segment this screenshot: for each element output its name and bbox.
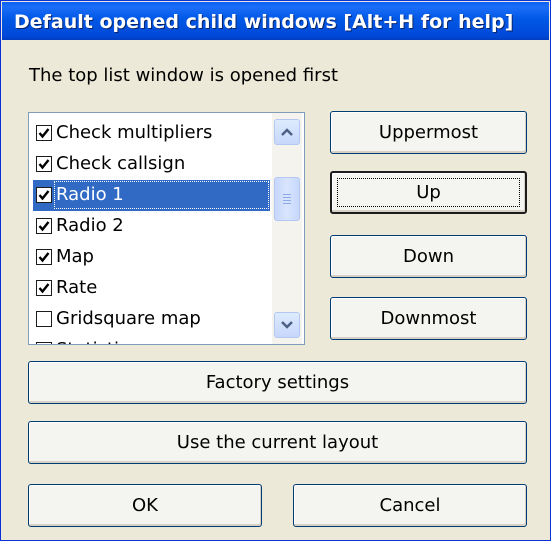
child-windows-list[interactable]: Check multipliers Check callsign Radio 1 Ra… bbox=[28, 112, 305, 345]
thumb-grip bbox=[283, 194, 291, 195]
downmost-button[interactable]: Downmost bbox=[330, 297, 527, 340]
item-label: Statistics bbox=[56, 339, 138, 344]
scroll-up-button[interactable] bbox=[274, 119, 300, 145]
list-item[interactable]: Radio 1 bbox=[33, 180, 298, 211]
item-checkbox[interactable] bbox=[36, 280, 52, 296]
checkmark-icon bbox=[38, 283, 50, 294]
item-checkbox[interactable] bbox=[36, 125, 52, 141]
checkmark-icon bbox=[38, 221, 50, 232]
vertical-scrollbar[interactable] bbox=[272, 113, 302, 344]
title-bar[interactable]: Default opened child windows [Alt+H for … bbox=[2, 2, 549, 40]
item-label: Check callsign bbox=[56, 153, 186, 174]
list-item[interactable]: Gridsquare map bbox=[33, 304, 298, 335]
checkmark-icon bbox=[38, 252, 50, 263]
scroll-thumb[interactable] bbox=[274, 177, 300, 221]
item-label: Radio 1 bbox=[56, 184, 124, 205]
ok-button[interactable]: OK bbox=[28, 484, 262, 527]
dialog-window: Default opened child windows [Alt+H for … bbox=[0, 0, 551, 541]
item-label: Rate bbox=[56, 277, 98, 298]
focus-indicator bbox=[337, 178, 520, 207]
item-checkbox[interactable] bbox=[36, 218, 52, 234]
list-item[interactable]: Rate bbox=[33, 273, 298, 304]
thumb-grip bbox=[283, 197, 291, 198]
description-text: The top list window is opened first bbox=[29, 65, 339, 86]
thumb-grip bbox=[283, 200, 291, 201]
chevron-down-icon bbox=[281, 321, 293, 329]
item-checkbox[interactable] bbox=[36, 311, 52, 327]
item-label: Radio 2 bbox=[56, 215, 124, 236]
list-item[interactable]: Check callsign bbox=[33, 149, 298, 180]
chevron-up-icon bbox=[281, 128, 293, 136]
list-item[interactable]: Statistics bbox=[33, 335, 298, 344]
down-button[interactable]: Down bbox=[330, 235, 527, 278]
item-checkbox[interactable] bbox=[36, 249, 52, 265]
item-label: Check multipliers bbox=[56, 122, 213, 143]
thumb-grip bbox=[283, 203, 291, 204]
uppermost-button[interactable]: Uppermost bbox=[330, 111, 527, 154]
item-checkbox[interactable] bbox=[36, 342, 52, 344]
list-item[interactable]: Map bbox=[33, 242, 298, 273]
checkmark-icon bbox=[38, 128, 50, 139]
checkmark-icon bbox=[38, 190, 50, 201]
item-checkbox[interactable] bbox=[36, 187, 52, 203]
scroll-down-button[interactable] bbox=[274, 312, 300, 338]
item-label: Map bbox=[56, 246, 94, 267]
checkmark-icon bbox=[38, 159, 50, 170]
list-item[interactable]: Check multipliers bbox=[33, 118, 298, 149]
use-current-layout-button[interactable]: Use the current layout bbox=[28, 421, 527, 464]
window-title: Default opened child windows [Alt+H for … bbox=[14, 11, 514, 33]
up-button[interactable]: Up bbox=[330, 171, 527, 214]
item-checkbox[interactable] bbox=[36, 156, 52, 172]
item-label: Gridsquare map bbox=[56, 308, 201, 329]
cancel-button[interactable]: Cancel bbox=[293, 484, 527, 527]
factory-settings-button[interactable]: Factory settings bbox=[28, 361, 527, 404]
list-item[interactable]: Radio 2 bbox=[33, 211, 298, 242]
